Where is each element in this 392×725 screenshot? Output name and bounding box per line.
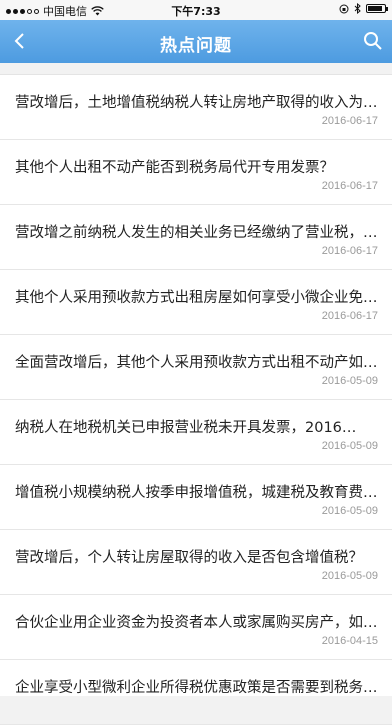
item-title: 营改增之前纳税人发生的相关业务已经缴纳了营业税，营改增后怎么处理？ (15, 225, 378, 241)
item-date: 2016-05-09 (321, 375, 378, 387)
item-date: 2016-05-09 (321, 505, 378, 517)
list-item[interactable]: 其他个人出租不动产能否到税务局代开专用发票？ 2016-06-17 (0, 140, 392, 205)
item-title: 其他个人出租不动产能否到税务局代开专用发票？ (15, 160, 334, 176)
item-date: 2016-04-15 (321, 635, 378, 647)
item-title: 全面营改增后，其他个人采用预收款方式出租不动产如何纳税？ (15, 355, 378, 371)
item-date: 2016-05-09 (321, 570, 378, 582)
list-item[interactable]: 其他个人采用预收款方式出租房屋如何享受小微企业免税政策？ 2016-06-17 (0, 270, 392, 335)
list-item[interactable]: 全面营改增后，其他个人采用预收款方式出租不动产如何纳税？ 2016-05-09 (0, 335, 392, 400)
orientation-lock-icon (339, 4, 349, 13)
list-item[interactable]: 企业享受小型微利企业所得税优惠政策是否需要到税务机关备案？ (0, 660, 392, 725)
list-item[interactable]: 增值税小规模纳税人按季申报增值税，城建税及教育费附加怎么申报？ 2016-05-… (0, 465, 392, 530)
status-icons (339, 3, 388, 14)
item-date: 2016-06-17 (321, 310, 378, 322)
page-title: 热点问题 (160, 36, 232, 56)
search-button[interactable] (360, 28, 386, 54)
item-date: 2016-05-09 (321, 440, 378, 452)
list-item[interactable]: 纳税人在地税机关已申报营业税未开具发票，2016… 2016-05-09 (0, 400, 392, 465)
item-title: 企业享受小型微利企业所得税优惠政策是否需要到税务机关备案？ (15, 680, 378, 696)
status-bar: 中国电信 下午7:33 (0, 0, 392, 20)
bluetooth-icon (354, 3, 361, 14)
navigation-bar: 热点问题 (0, 20, 392, 63)
status-time: 下午7:33 (171, 5, 221, 18)
battery-icon (366, 4, 388, 13)
item-title: 营改增后，土地增值税纳税人转让房地产取得的收入为不含增值税收入吗？ (15, 95, 378, 111)
list-item[interactable]: 营改增后，土地增值税纳税人转让房地产取得的收入为不含增值税收入吗？ 2016-0… (0, 75, 392, 140)
item-title: 营改增后，个人转让房屋取得的收入是否包含增值税？ (15, 550, 363, 566)
list-item[interactable]: 营改增之前纳税人发生的相关业务已经缴纳了营业税，营改增后怎么处理？ 2016-0… (0, 205, 392, 270)
search-icon (364, 32, 382, 50)
item-title: 纳税人在地税机关已申报营业税未开具发票，2016… (15, 420, 357, 436)
list-item[interactable]: 营改增后，个人转让房屋取得的收入是否包含增值税？ 2016-05-09 (0, 530, 392, 595)
item-title: 其他个人采用预收款方式出租房屋如何享受小微企业免税政策？ (15, 290, 378, 306)
item-date: 2016-06-17 (321, 115, 378, 127)
item-date: 2016-06-17 (321, 245, 378, 257)
hot-questions-list: 营改增后，土地增值税纳税人转让房地产取得的收入为不含增值税收入吗？ 2016-0… (0, 74, 392, 725)
item-date: 2016-06-17 (321, 180, 378, 192)
item-title: 增值税小规模纳税人按季申报增值税，城建税及教育费附加怎么申报？ (15, 485, 378, 501)
list-item[interactable]: 合伙企业用企业资金为投资者本人或家属购买房产，如何纳税？ 2016-04-15 (0, 595, 392, 660)
item-title: 合伙企业用企业资金为投资者本人或家属购买房产，如何纳税？ (15, 615, 378, 631)
